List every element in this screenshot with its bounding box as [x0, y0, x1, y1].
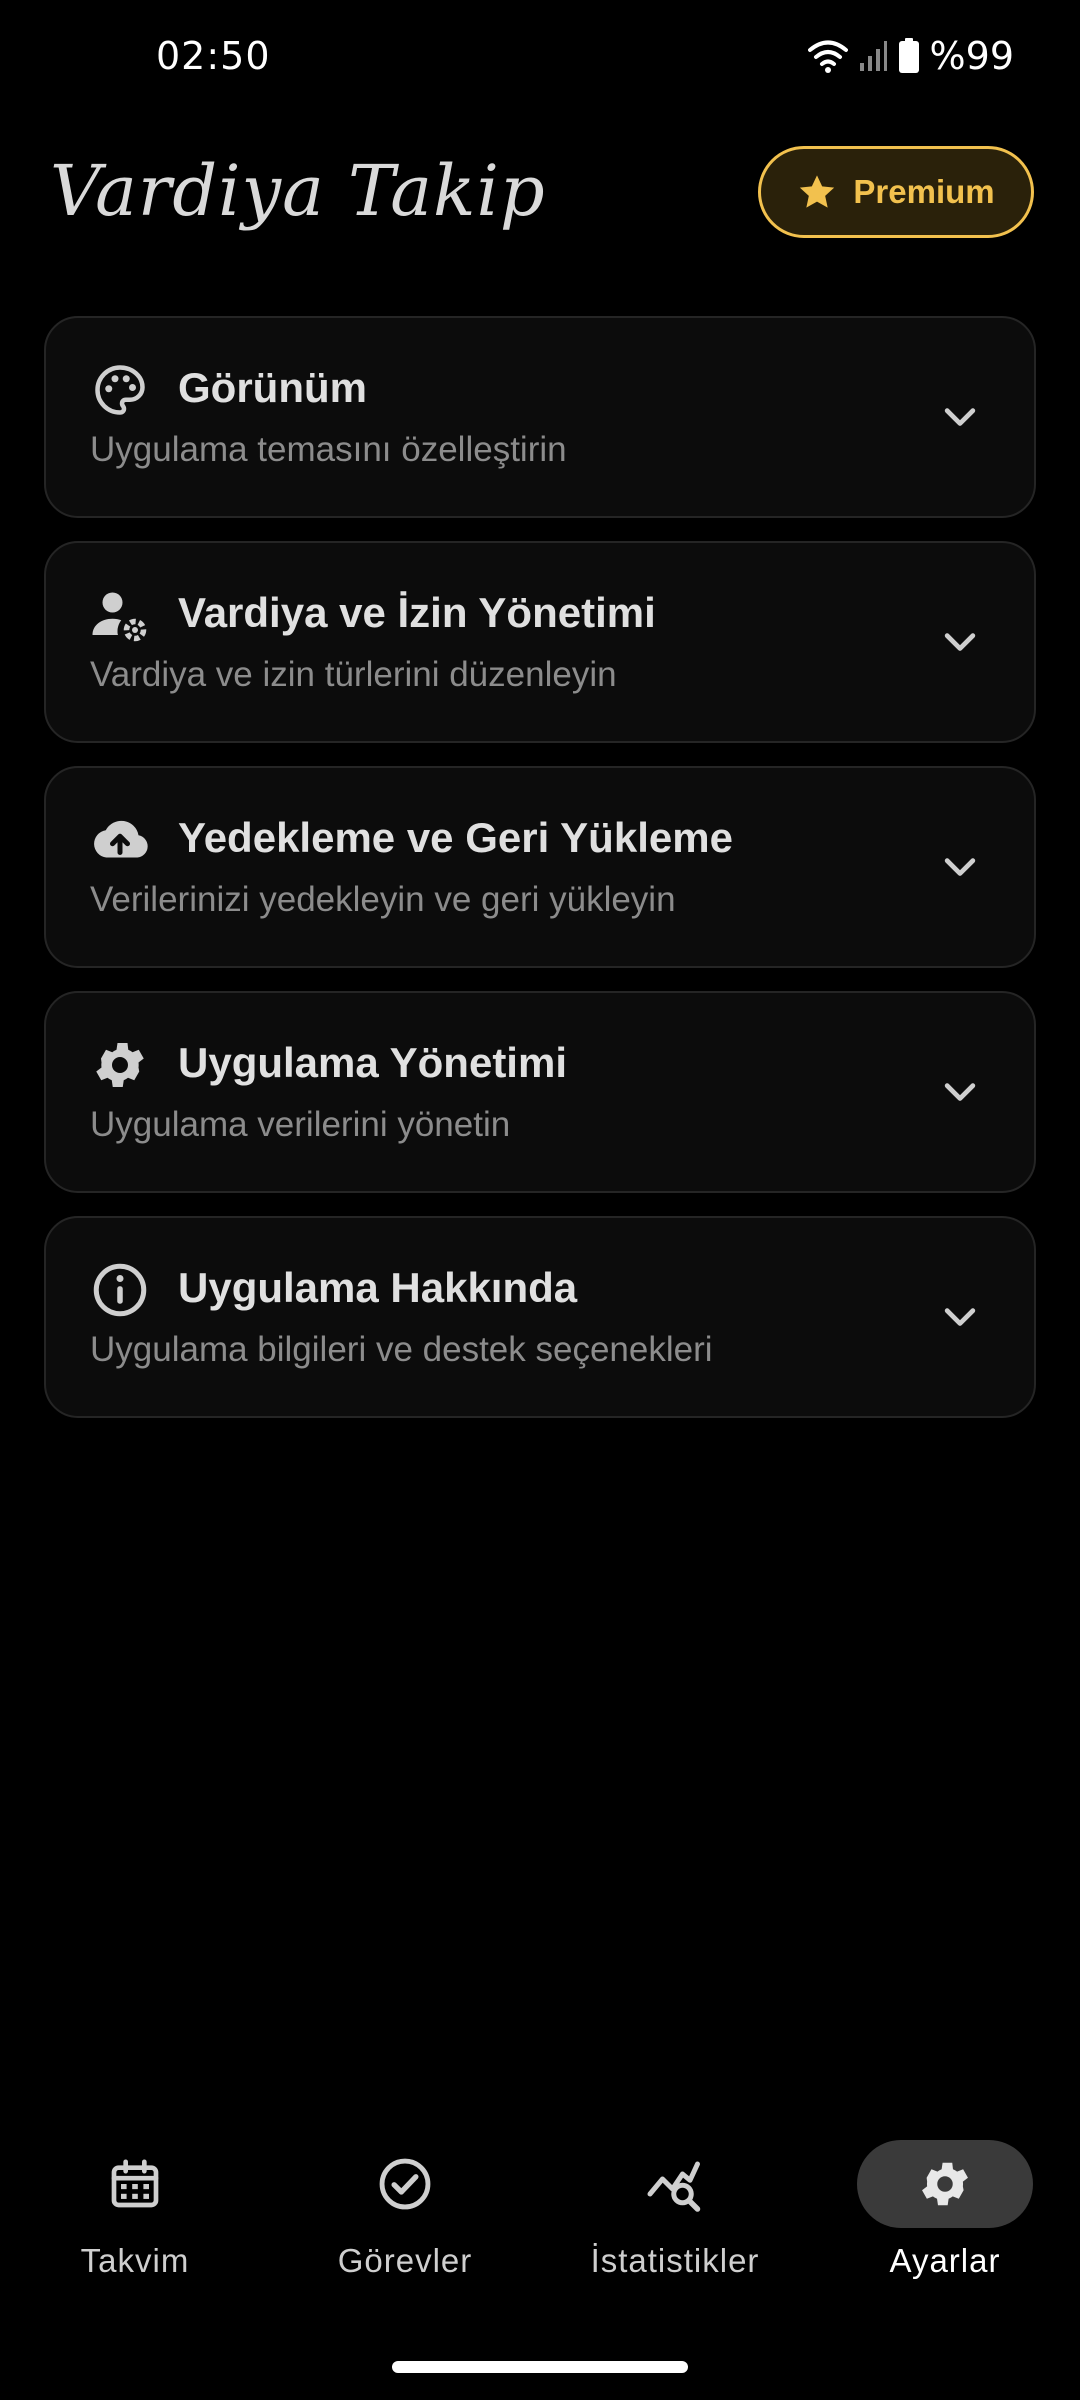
- nav-label: Görevler: [337, 2242, 473, 2279]
- settings-list: Görünüm Uygulama temasını özelleştirin V…: [44, 316, 1036, 1441]
- settings-item-backup[interactable]: Yedekleme ve Geri Yükleme Verilerinizi y…: [44, 766, 1036, 968]
- battery-icon: [898, 38, 919, 73]
- cloud-upload-icon: [94, 820, 148, 858]
- settings-item-shift-leave[interactable]: Vardiya ve İzin Yönetimi Vardiya ve izin…: [44, 541, 1036, 743]
- calendar-icon: [111, 2159, 159, 2208]
- status-icons: %99: [807, 34, 1014, 78]
- app-title: Vardiya Takip: [50, 150, 546, 232]
- nav-icon-container: [47, 2140, 223, 2228]
- premium-label: Premium: [853, 173, 995, 210]
- settings-item-subtitle: Verilerinizi yedekleyin ve geri yükleyin: [90, 880, 676, 919]
- user-settings-icon: [92, 592, 147, 642]
- chevron-down-icon: [944, 1308, 976, 1326]
- nav-label: Ayarlar: [889, 2242, 1001, 2279]
- nav-item-calendar[interactable]: Takvim: [0, 2140, 270, 2290]
- settings-item-title: Vardiya ve İzin Yönetimi: [178, 589, 656, 636]
- nav-label: İstatistikler: [590, 2242, 760, 2279]
- battery-percentage: %99: [929, 34, 1014, 78]
- info-icon: [93, 1263, 147, 1317]
- home-indicator[interactable]: [392, 2361, 688, 2373]
- bottom-navigation: Takvim Görevler İstatistikler Ayarlar: [0, 2140, 1080, 2330]
- settings-item-subtitle: Vardiya ve izin türlerini düzenleyin: [90, 655, 617, 694]
- chevron-down-icon: [944, 858, 976, 876]
- nav-icon-container: [587, 2140, 763, 2228]
- star-icon: [800, 175, 835, 208]
- settings-item-about[interactable]: Uygulama Hakkında Uygulama bilgileri ve …: [44, 1216, 1036, 1418]
- settings-item-title: Görünüm: [178, 364, 367, 411]
- settings-item-subtitle: Uygulama verilerini yönetin: [90, 1105, 511, 1144]
- nav-label: Takvim: [80, 2242, 190, 2279]
- nav-icon-container-active: [857, 2140, 1033, 2228]
- settings-item-appearance[interactable]: Görünüm Uygulama temasını özelleştirin: [44, 316, 1036, 518]
- nav-item-statistics[interactable]: İstatistikler: [540, 2140, 810, 2290]
- settings-item-app-management[interactable]: Uygulama Yönetimi Uygulama verilerini yö…: [44, 991, 1036, 1193]
- settings-item-subtitle: Uygulama bilgileri ve destek seçenekleri: [90, 1330, 713, 1369]
- gear-icon: [922, 2162, 968, 2206]
- gear-icon: [96, 1043, 144, 1087]
- chevron-down-icon: [944, 1083, 976, 1101]
- nav-item-tasks[interactable]: Görevler: [270, 2140, 540, 2290]
- status-time: 02:50: [156, 34, 271, 78]
- settings-item-title: Yedekleme ve Geri Yükleme: [178, 814, 733, 861]
- palette-icon: [95, 365, 145, 415]
- settings-item-subtitle: Uygulama temasını özelleştirin: [90, 430, 567, 469]
- chevron-down-icon: [944, 408, 976, 426]
- wifi-icon: [807, 40, 848, 73]
- signal-icon: [859, 41, 887, 71]
- nav-icon-container: [317, 2140, 493, 2228]
- nav-item-settings[interactable]: Ayarlar: [810, 2140, 1080, 2290]
- stats-search-icon: [647, 2161, 701, 2212]
- premium-button[interactable]: Premium: [758, 146, 1034, 238]
- check-circle-icon: [379, 2158, 431, 2210]
- settings-item-title: Uygulama Hakkında: [178, 1264, 578, 1311]
- status-bar: 02:50 %99: [0, 0, 1080, 116]
- chevron-down-icon: [944, 633, 976, 651]
- settings-item-title: Uygulama Yönetimi: [178, 1039, 567, 1086]
